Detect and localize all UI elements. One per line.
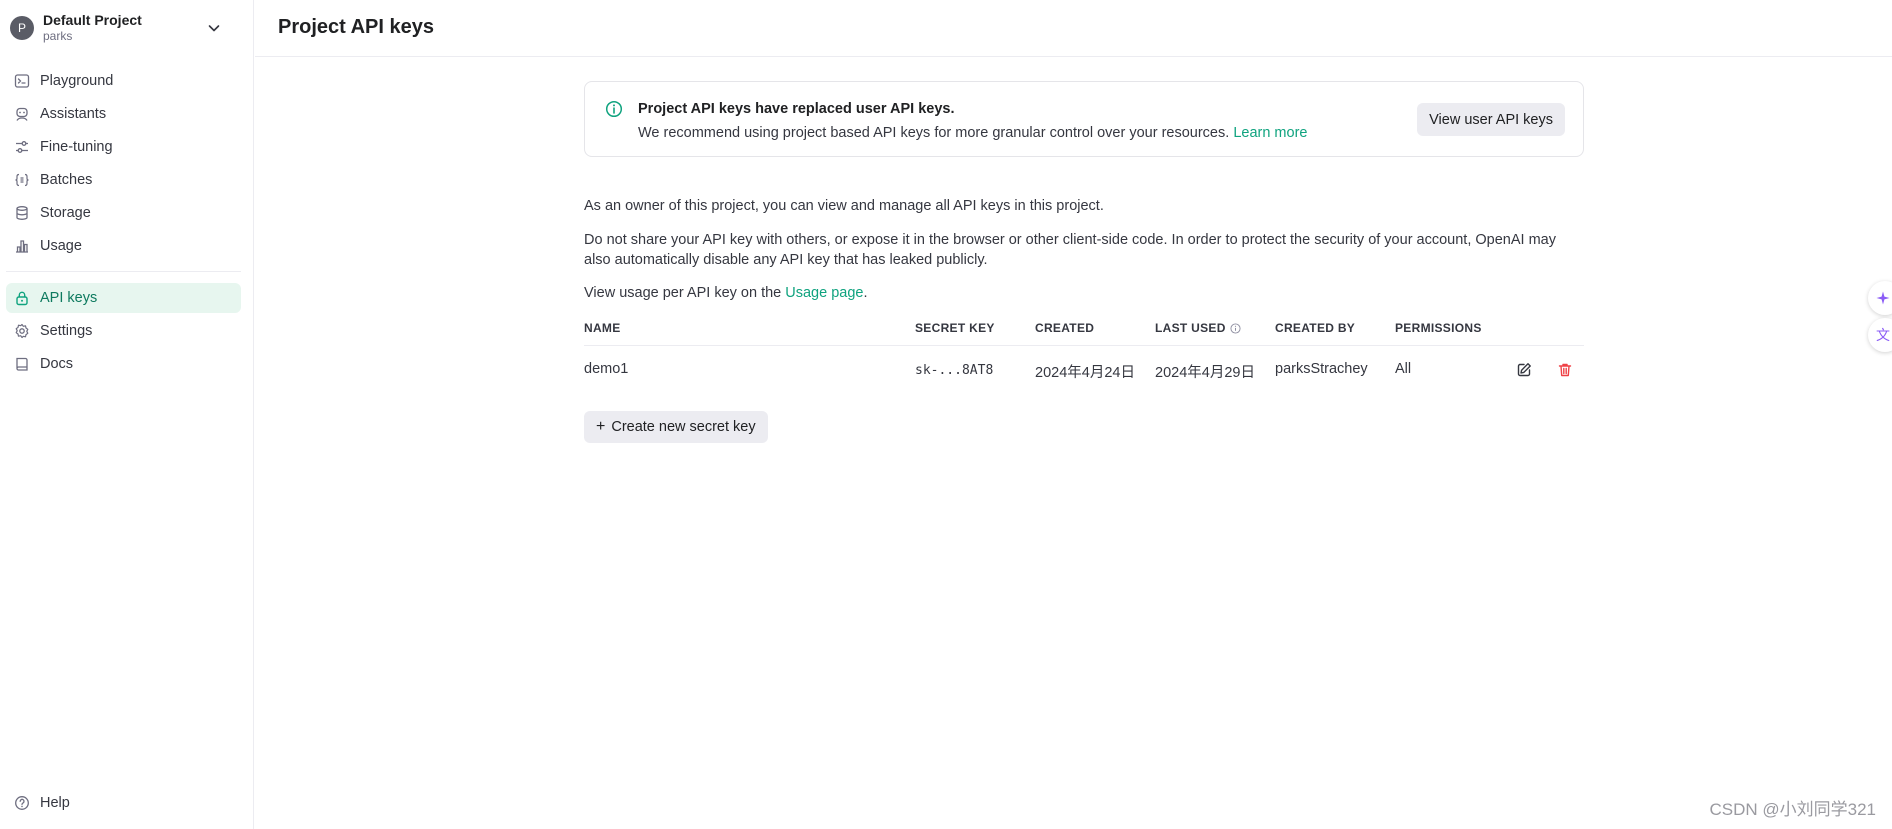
view-user-api-keys-button[interactable]: View user API keys bbox=[1417, 103, 1565, 136]
create-new-secret-key-button[interactable]: + Create new secret key bbox=[584, 411, 768, 443]
watermark: CSDN @小刘同学321 bbox=[1709, 800, 1876, 819]
project-avatar: P bbox=[10, 16, 34, 40]
project-info: Default Project parks bbox=[43, 12, 142, 44]
notice-body: We recommend using project based API key… bbox=[638, 125, 1307, 141]
column-header-permissions: PERMISSIONS bbox=[1395, 321, 1482, 335]
page-title: Project API keys bbox=[278, 16, 435, 38]
help-label: Help bbox=[40, 795, 70, 811]
last-used-date: 2024年4月29日 bbox=[1155, 365, 1255, 381]
sidebar-item-usage[interactable]: Usage bbox=[6, 231, 241, 261]
project-name: Default Project bbox=[43, 12, 142, 28]
help-link[interactable]: Help bbox=[6, 788, 126, 818]
sidebar-item-label: Docs bbox=[40, 356, 74, 372]
column-header-secret-key: SECRET KEY bbox=[915, 321, 995, 335]
sidebar-item-label: Fine-tuning bbox=[40, 139, 113, 155]
chevron-down-icon bbox=[206, 20, 222, 36]
sidebar-item-label: Batches bbox=[40, 172, 93, 188]
notice-banner: Project API keys have replaced user API … bbox=[584, 81, 1584, 157]
sidebar-item-label: API keys bbox=[40, 290, 98, 306]
info-icon bbox=[605, 100, 623, 118]
sidebar-item-label: Usage bbox=[40, 238, 82, 254]
trash-icon bbox=[1557, 362, 1573, 378]
sidebar-item-fine-tuning[interactable]: Fine-tuning bbox=[6, 132, 241, 162]
sidebar: P Default Project parks Playground Assis… bbox=[0, 0, 254, 829]
sparkle-icon bbox=[1876, 291, 1890, 305]
page-header: Project API keys bbox=[255, 0, 1892, 57]
lock-icon bbox=[14, 290, 30, 306]
column-header-last-used: LAST USED bbox=[1155, 321, 1241, 335]
delete-key-button[interactable] bbox=[1553, 358, 1577, 382]
sidebar-item-assistants[interactable]: Assistants bbox=[6, 99, 241, 129]
braces-icon bbox=[14, 172, 30, 188]
secret-key-value: sk-...8AT8 bbox=[915, 363, 994, 378]
info-small-icon[interactable] bbox=[1230, 322, 1241, 334]
permissions: All bbox=[1395, 361, 1412, 377]
column-header-last-used-label: LAST USED bbox=[1155, 321, 1226, 335]
sliders-icon bbox=[14, 139, 30, 155]
created-by: parksStrachey bbox=[1275, 361, 1368, 377]
sidebar-item-api-keys[interactable]: API keys bbox=[6, 283, 241, 313]
gear-icon bbox=[14, 323, 30, 339]
plus-icon: + bbox=[596, 418, 606, 435]
sidebar-divider bbox=[6, 271, 241, 272]
sidebar-item-settings[interactable]: Settings bbox=[6, 316, 241, 346]
bar-chart-icon bbox=[14, 238, 30, 254]
sparkle-widget-button[interactable] bbox=[1868, 281, 1892, 315]
create-button-label: Create new secret key bbox=[611, 419, 756, 435]
book-icon bbox=[14, 356, 30, 372]
learn-more-link[interactable]: Learn more bbox=[1233, 125, 1307, 141]
security-warning-text: Do not share your API key with others, o… bbox=[584, 232, 1556, 268]
usage-info-prefix: View usage per API key on the bbox=[584, 285, 782, 301]
org-name: parks bbox=[43, 29, 73, 43]
usage-info-suffix: . bbox=[863, 285, 868, 301]
owner-info-text: As an owner of this project, you can vie… bbox=[584, 198, 1104, 214]
project-switcher[interactable]: P Default Project parks bbox=[8, 8, 236, 48]
robot-icon bbox=[14, 106, 30, 122]
sidebar-item-label: Assistants bbox=[40, 106, 107, 122]
column-header-name: NAME bbox=[584, 321, 621, 335]
column-header-created-by: CREATED BY bbox=[1275, 321, 1356, 335]
notice-body-text: We recommend using project based API key… bbox=[638, 125, 1230, 141]
key-name: demo1 bbox=[584, 361, 629, 377]
column-header-created: CREATED bbox=[1035, 321, 1095, 335]
table-row: demo1 sk-...8AT8 2024年4月24日 2024年4月29日 p… bbox=[584, 346, 1584, 394]
usage-page-link[interactable]: Usage page bbox=[785, 285, 863, 301]
sidebar-item-label: Settings bbox=[40, 323, 93, 339]
sidebar-item-storage[interactable]: Storage bbox=[6, 198, 241, 228]
translate-icon: 文 bbox=[1876, 328, 1890, 344]
usage-info-text: View usage per API key on the Usage page… bbox=[584, 283, 1584, 303]
edit-icon bbox=[1516, 362, 1532, 378]
created-date: 2024年4月24日 bbox=[1035, 365, 1135, 381]
sidebar-item-label: Playground bbox=[40, 73, 114, 89]
translate-widget-button[interactable]: 文 bbox=[1868, 318, 1892, 352]
sidebar-item-batches[interactable]: Batches bbox=[6, 165, 241, 195]
notice-title: Project API keys have replaced user API … bbox=[638, 101, 955, 117]
sidebar-item-playground[interactable]: Playground bbox=[6, 66, 241, 96]
sidebar-item-label: Storage bbox=[40, 205, 91, 221]
edit-key-button[interactable] bbox=[1512, 358, 1536, 382]
terminal-icon bbox=[14, 73, 30, 89]
database-icon bbox=[14, 205, 30, 221]
help-circle-icon bbox=[14, 795, 30, 811]
sidebar-item-docs[interactable]: Docs bbox=[6, 349, 241, 379]
